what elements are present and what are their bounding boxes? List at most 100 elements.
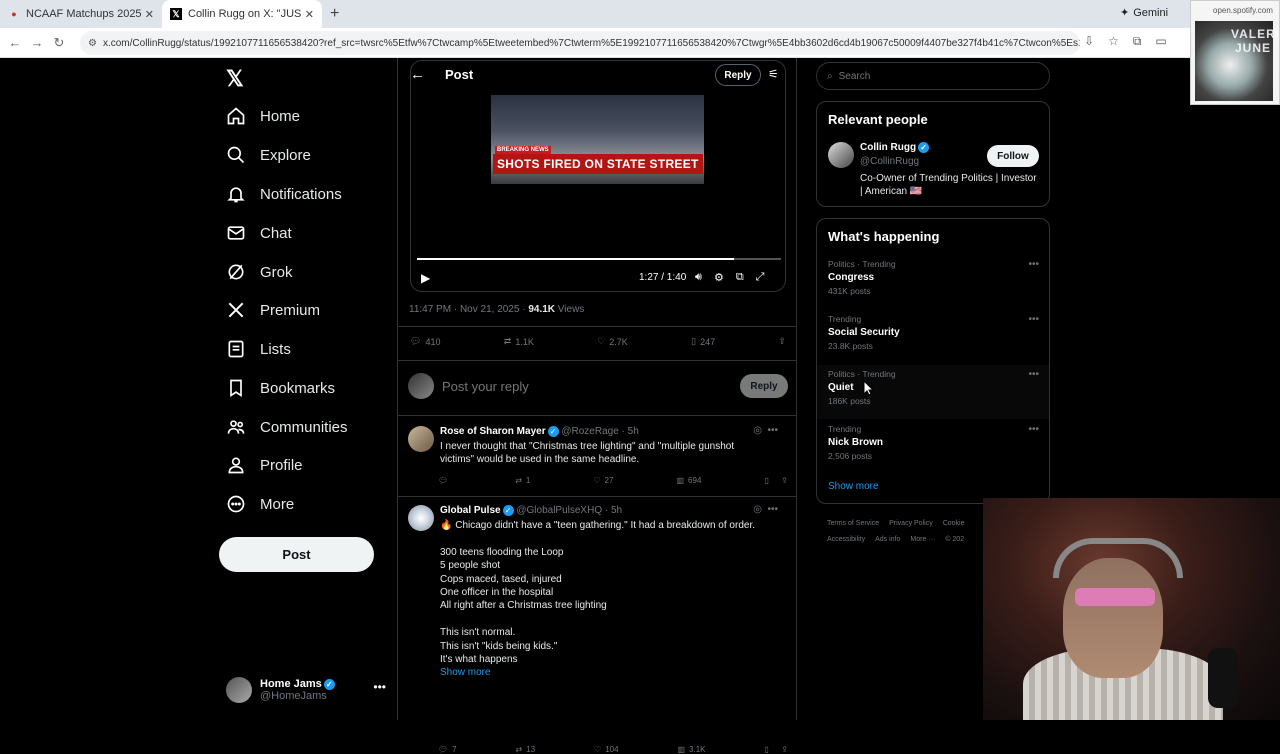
video-progress-bar[interactable] xyxy=(417,258,781,260)
reply-action[interactable]: 💬︎ 7 xyxy=(438,745,457,754)
site-info-icon[interactable]: ⚙ xyxy=(88,38,97,49)
picture-in-picture-icon[interactable]: ⧉ xyxy=(736,271,744,284)
video-player[interactable]: BREAKING NEWS SHOTS FIRED ON STATE STREE… xyxy=(410,60,786,292)
back-arrow-icon[interactable]: ← xyxy=(4,35,26,50)
card-title: What's happening xyxy=(828,229,940,244)
nav-item-more[interactable]: More xyxy=(226,488,294,520)
forward-arrow-icon[interactable]: → xyxy=(26,35,48,50)
close-tab-icon[interactable]: ✕ xyxy=(305,8,314,21)
nav-item-lists[interactable]: Lists xyxy=(226,333,291,365)
nav-item-chat[interactable]: Chat xyxy=(226,217,292,249)
settings-gear-icon[interactable]: ⚙ xyxy=(714,271,724,284)
like-action[interactable]: ♡ 104 xyxy=(594,745,619,754)
filter-sliders-icon[interactable]: ⚟ xyxy=(768,67,779,81)
trend-item[interactable]: Trending Nick Brown 2,506 posts ••• xyxy=(817,420,1049,474)
trend-item[interactable]: Trending Social Security 23.8K posts ••• xyxy=(817,310,1049,364)
grok-icon[interactable]: ◎ xyxy=(753,504,762,515)
show-more-link[interactable]: Show more xyxy=(828,481,879,492)
footer-link[interactable]: More ··· xyxy=(910,536,935,543)
new-tab-icon[interactable]: + xyxy=(330,5,339,23)
reply-input[interactable] xyxy=(442,378,740,394)
like-action[interactable]: ♡ 2.7K xyxy=(597,336,628,347)
spotify-miniplayer[interactable]: open.spotify.com VALERIE JUNE xyxy=(1190,0,1280,105)
share-icon[interactable]: ⇪ xyxy=(781,745,788,754)
more-dots-icon[interactable]: ••• xyxy=(767,504,778,515)
more-dots-icon[interactable]: ••• xyxy=(767,425,778,436)
browser-tab-active[interactable]: 𝕏 Collin Rugg on X: "JUST IN: At l ✕ xyxy=(162,0,322,28)
bookmark-action[interactable]: ▯ ⇪ xyxy=(764,745,788,754)
reply-action[interactable]: 💬︎ 410 xyxy=(410,336,440,347)
star-icon[interactable]: ☆ xyxy=(1108,34,1119,49)
bookmark-action[interactable]: ▯ ⇪ xyxy=(764,476,788,485)
browser-tab[interactable]: ● NCAAF Matchups 2025-2026 ✕ xyxy=(0,0,162,28)
post-timestamp[interactable]: 11:47 PM · Nov 21, 2025 · xyxy=(409,304,528,315)
like-action[interactable]: ♡ 27 xyxy=(593,476,613,485)
search-box[interactable]: ⌕ xyxy=(816,62,1050,90)
views-action[interactable]: ▥ 694 xyxy=(676,476,701,485)
bar-chart-icon: ▥ xyxy=(676,476,685,485)
share-icon[interactable]: ⇪ xyxy=(781,476,788,485)
author-name[interactable]: Global Pulse xyxy=(440,505,501,516)
install-icon[interactable]: ⇩ xyxy=(1084,34,1094,49)
search-input[interactable] xyxy=(838,70,1029,82)
author-name[interactable]: Rose of Sharon Mayer xyxy=(440,426,546,437)
reload-icon[interactable]: ↻ xyxy=(48,35,70,51)
nav-item-home[interactable]: Home xyxy=(226,100,300,132)
reply-tweet[interactable]: Global Pulse ✓ @GlobalPulseXHQ · 5h ◎ •••… xyxy=(408,504,788,754)
share-icon: ⇪ xyxy=(778,336,786,346)
bookmark-action[interactable]: ▯ 247 xyxy=(691,336,715,347)
nav-item-bookmarks[interactable]: Bookmarks xyxy=(226,372,335,404)
mail-icon xyxy=(227,226,245,240)
author-handle[interactable]: @RozeRage · 5h xyxy=(561,426,638,437)
reply-action[interactable]: 💬︎ xyxy=(438,476,452,485)
compose-post-button[interactable]: Post xyxy=(219,537,374,572)
person-name[interactable]: Collin Rugg xyxy=(860,142,916,153)
account-switcher[interactable]: Home Jams ✓ @HomeJams ••• xyxy=(226,672,386,708)
footer-link[interactable]: Terms of Service xyxy=(827,520,879,527)
extensions-icon[interactable]: ⧉ xyxy=(1133,34,1142,49)
reply-tweet[interactable]: Rose of Sharon Mayer ✓ @RozeRage · 5h ◎ •… xyxy=(408,425,788,496)
nav-item-grok[interactable]: Grok xyxy=(226,256,293,288)
reply-header-button[interactable]: Reply xyxy=(715,64,761,86)
footer-link[interactable]: Privacy Policy xyxy=(889,520,933,527)
play-icon[interactable]: ▶ xyxy=(421,271,430,285)
more-dots-icon[interactable]: ••• xyxy=(1028,369,1039,380)
reply-submit-button[interactable]: Reply xyxy=(740,374,788,398)
person-handle[interactable]: @CollinRugg xyxy=(860,156,919,167)
nav-item-communities[interactable]: Communities xyxy=(226,411,348,443)
nav-item-profile[interactable]: Profile xyxy=(226,449,303,481)
sidebar-icon[interactable]: ▭ xyxy=(1155,34,1166,49)
gemini-button[interactable]: ✦ Gemini xyxy=(1120,6,1168,20)
x-logo-icon[interactable]: 𝕏 xyxy=(226,66,244,92)
more-dots-icon[interactable]: ••• xyxy=(373,680,386,694)
footer-link[interactable]: Ads info xyxy=(875,536,900,543)
share-action[interactable]: ⇪ xyxy=(778,336,786,347)
trend-item[interactable]: Politics · Trending Congress 431K posts … xyxy=(817,255,1049,309)
footer-link[interactable]: Cookie xyxy=(943,520,965,527)
nav-item-explore[interactable]: Explore xyxy=(226,139,311,171)
avatar[interactable] xyxy=(828,142,854,168)
views-action[interactable]: ▥ 3.1K xyxy=(677,745,705,754)
author-handle[interactable]: @GlobalPulseXHQ · 5h xyxy=(516,505,622,516)
view-count: 94.1K xyxy=(528,304,556,315)
repost-action[interactable]: ⇄ 1.1K xyxy=(504,336,534,347)
repost-action[interactable]: ⇄ 1 xyxy=(515,476,530,485)
grok-icon[interactable]: ◎ xyxy=(753,425,762,436)
footer-link[interactable]: Accessibility xyxy=(827,536,865,543)
nav-item-notifications[interactable]: Notifications xyxy=(226,178,342,210)
repost-action[interactable]: ⇄ 13 xyxy=(516,745,536,754)
back-arrow-icon[interactable]: ← xyxy=(410,66,425,83)
address-bar[interactable]: ⚙ x.com/CollinRugg/status/19921077116565… xyxy=(80,31,1080,55)
trend-item[interactable]: Politics · Trending Quiet 186K posts ••• xyxy=(817,365,1049,419)
fullscreen-icon[interactable]: ⤢ xyxy=(756,271,765,284)
more-dots-icon[interactable]: ••• xyxy=(1028,259,1039,270)
follow-button[interactable]: Follow xyxy=(987,145,1039,167)
close-tab-icon[interactable]: ✕ xyxy=(145,8,154,21)
more-dots-icon[interactable]: ••• xyxy=(1028,314,1039,325)
more-dots-icon[interactable]: ••• xyxy=(1028,424,1039,435)
reply-count: 7 xyxy=(452,745,457,754)
show-more-link[interactable]: Show more xyxy=(440,666,770,679)
nav-label: Communities xyxy=(260,418,348,436)
volume-icon[interactable]: 🔊︎ xyxy=(695,271,702,284)
nav-item-premium[interactable]: Premium xyxy=(226,294,320,326)
